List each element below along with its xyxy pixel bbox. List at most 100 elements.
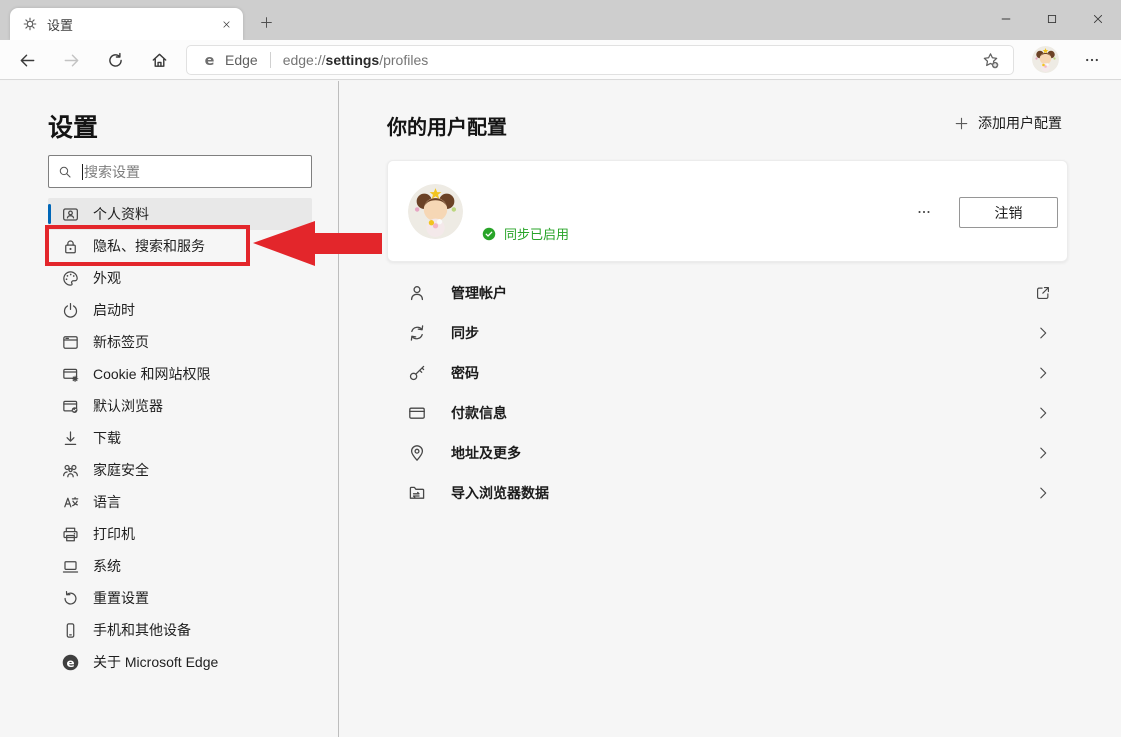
credit-card-icon	[407, 403, 427, 423]
row-payment-info[interactable]: 付款信息	[387, 393, 1068, 433]
power-icon	[61, 301, 80, 320]
page-title: 你的用户配置	[387, 111, 507, 140]
sidebar-item-cookies[interactable]: Cookie 和网站权限	[48, 358, 312, 390]
sidebar-nav: 个人资料 隐私、搜索和服务 外观	[48, 198, 312, 678]
sidebar-item-label: 默认浏览器	[93, 396, 163, 416]
sidebar-item-label: Cookie 和网站权限	[93, 364, 210, 384]
sign-out-button[interactable]: 注销	[959, 197, 1058, 228]
minimize-icon[interactable]	[983, 0, 1029, 38]
row-label: 地址及更多	[451, 443, 521, 463]
external-link-icon	[1034, 284, 1052, 302]
settings-sidebar: 设置 搜索设置 个人资料 隐私、搜索和服务	[0, 81, 339, 737]
sidebar-item-label: 启动时	[93, 300, 135, 320]
add-favorite-icon[interactable]	[977, 47, 1003, 73]
profile-settings-list: 管理帐户 同步	[387, 273, 1068, 513]
svg-text:e: e	[205, 53, 215, 69]
reset-icon	[61, 589, 80, 608]
sidebar-item-label: 个人资料	[93, 204, 149, 224]
row-label: 同步	[451, 323, 479, 343]
plus-icon	[954, 116, 969, 131]
sidebar-title: 设置	[48, 108, 98, 144]
forward-icon[interactable]	[55, 44, 87, 76]
more-icon[interactable]	[908, 197, 940, 227]
location-pin-icon	[407, 443, 427, 463]
sidebar-item-label: 家庭安全	[93, 460, 149, 480]
sidebar-item-label: 打印机	[93, 524, 135, 544]
profile-card: 同步已启用 注销	[387, 160, 1068, 262]
row-label: 管理帐户	[451, 283, 507, 303]
language-icon	[61, 493, 80, 512]
add-profile-button[interactable]: 添加用户配置	[954, 113, 1062, 133]
palette-icon	[61, 269, 80, 288]
download-icon	[61, 429, 80, 448]
address-bar[interactable]: e Edge edge://settings/profiles	[186, 45, 1014, 75]
sidebar-item-startup[interactable]: 启动时	[48, 294, 312, 326]
tab-close-icon[interactable]	[217, 15, 235, 33]
sidebar-item-label: 下载	[93, 428, 121, 448]
sidebar-item-label: 语言	[93, 492, 121, 512]
family-icon	[61, 461, 80, 480]
row-addresses[interactable]: 地址及更多	[387, 433, 1068, 473]
tab-settings[interactable]: 设置	[10, 8, 243, 40]
gear-icon	[22, 16, 38, 32]
default-browser-icon	[61, 397, 80, 416]
laptop-icon	[61, 557, 80, 576]
sidebar-item-printers[interactable]: 打印机	[48, 518, 312, 550]
sidebar-item-label: 关于 Microsoft Edge	[93, 652, 218, 672]
reload-icon[interactable]	[99, 44, 131, 76]
sidebar-item-default-browser[interactable]: 默认浏览器	[48, 390, 312, 422]
sidebar-item-label: 新标签页	[93, 332, 149, 352]
sidebar-item-about[interactable]: e 关于 Microsoft Edge	[48, 646, 312, 678]
site-badge-label: Edge	[225, 52, 258, 68]
chevron-right-icon	[1034, 324, 1052, 342]
svg-text:e: e	[66, 655, 74, 669]
profiles-pane: 你的用户配置 添加用户配置 同步已启用 注销	[339, 81, 1121, 737]
home-icon[interactable]	[143, 44, 175, 76]
row-manage-account[interactable]: 管理帐户	[387, 273, 1068, 313]
row-sync[interactable]: 同步	[387, 313, 1068, 353]
edge-logo-icon: e	[201, 52, 218, 69]
row-label: 密码	[451, 363, 479, 383]
selection-indicator	[48, 204, 51, 224]
sidebar-item-devices[interactable]: 手机和其他设备	[48, 614, 312, 646]
sidebar-item-label: 外观	[93, 268, 121, 288]
tab-title: 设置	[47, 15, 217, 34]
new-tab-button[interactable]	[252, 9, 280, 35]
phone-icon	[61, 621, 80, 640]
import-data-icon	[407, 483, 427, 503]
browser-toolbar: e Edge edge://settings/profiles	[0, 40, 1121, 80]
row-import-data[interactable]: 导入浏览器数据	[387, 473, 1068, 513]
sidebar-item-downloads[interactable]: 下载	[48, 422, 312, 454]
id-card-icon	[61, 205, 80, 224]
chevron-right-icon	[1034, 404, 1052, 422]
search-icon	[57, 164, 73, 180]
window-controls	[983, 0, 1121, 38]
back-icon[interactable]	[11, 44, 43, 76]
row-label: 付款信息	[451, 403, 507, 423]
browser-window: 设置	[0, 0, 1121, 737]
sidebar-item-label: 重置设置	[93, 588, 149, 608]
sync-status-label: 同步已启用	[504, 224, 569, 243]
check-circle-icon	[481, 226, 497, 242]
sidebar-item-label: 系统	[93, 556, 121, 576]
key-icon	[407, 363, 427, 383]
chevron-right-icon	[1034, 444, 1052, 462]
close-icon[interactable]	[1075, 0, 1121, 38]
search-placeholder: 搜索设置	[84, 162, 140, 182]
tab-bar: 设置	[0, 0, 1121, 40]
divider	[270, 52, 271, 68]
sidebar-item-family[interactable]: 家庭安全	[48, 454, 312, 486]
sidebar-item-new-tab[interactable]: 新标签页	[48, 326, 312, 358]
sidebar-item-system[interactable]: 系统	[48, 550, 312, 582]
printer-icon	[61, 525, 80, 544]
url-text: edge://settings/profiles	[283, 52, 429, 68]
profile-avatar[interactable]	[1032, 46, 1059, 73]
row-passwords[interactable]: 密码	[387, 353, 1068, 393]
search-input[interactable]: 搜索设置	[48, 155, 312, 188]
avatar	[408, 184, 463, 239]
sync-icon	[407, 323, 427, 343]
maximize-icon[interactable]	[1029, 0, 1075, 38]
more-icon[interactable]	[1076, 44, 1108, 76]
sidebar-item-reset[interactable]: 重置设置	[48, 582, 312, 614]
sidebar-item-languages[interactable]: 语言	[48, 486, 312, 518]
